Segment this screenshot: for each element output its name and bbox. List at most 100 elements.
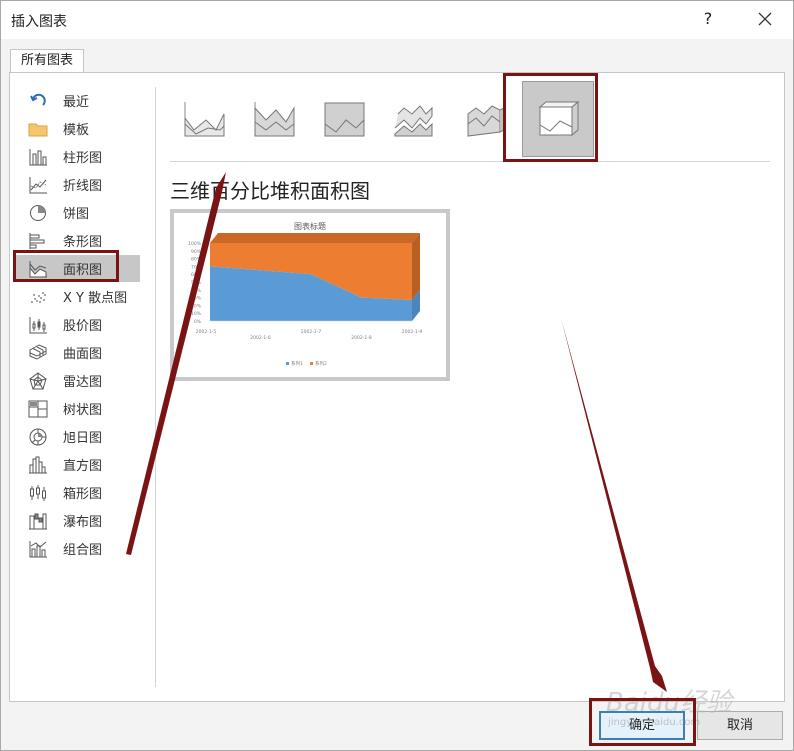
x-tick-label: 2002-1-5 bbox=[196, 329, 217, 335]
area-subtype-icon bbox=[184, 102, 225, 137]
surface-chart-icon bbox=[28, 343, 48, 362]
sidebar-item-label: 瀑布图 bbox=[63, 515, 103, 530]
sidebar-item-pie[interactable]: 饼图 bbox=[16, 199, 140, 226]
y-tick-label: 50% bbox=[191, 280, 202, 286]
sidebar-item-stock[interactable]: 股价图 bbox=[16, 311, 140, 338]
selected-chart-name: 三维百分比堆积面积图 bbox=[170, 179, 370, 203]
sidebar-item-recent[interactable]: 最近 bbox=[16, 87, 140, 114]
sidebar-item-label: 树状图 bbox=[63, 403, 103, 418]
y-tick-label: 30% bbox=[191, 296, 202, 302]
treemap-chart-icon bbox=[28, 400, 48, 418]
percent-stacked-area-subtype-icon bbox=[324, 102, 365, 137]
sidebar-item-label: 饼图 bbox=[63, 207, 90, 222]
sidebar-item-treemap[interactable]: 树状图 bbox=[16, 395, 140, 422]
sidebar-item-column[interactable]: 柱形图 bbox=[16, 143, 140, 170]
chart-preview[interactable]: 图表标题 100% 90% 80% 70% 60% 50% 40% 30% 20% 10% 0% 2… bbox=[170, 209, 450, 381]
sidebar-item-area[interactable]: 面积图 bbox=[16, 255, 140, 282]
x-tick-label: 2002-1-7 bbox=[301, 329, 322, 335]
waterfall-chart-icon bbox=[28, 512, 48, 530]
combo-chart-icon bbox=[28, 540, 48, 558]
legend-label: 系列1 bbox=[291, 360, 303, 367]
insert-chart-dialog: 插入图表 ? 所有图表 最近 模板 柱形图 折线图 饼图 条形图 面积图 X Y… bbox=[0, 0, 794, 751]
chart-subtype-gallery bbox=[170, 79, 770, 159]
chart-type-sidebar: 最近 模板 柱形图 折线图 饼图 条形图 面积图 X Y 散点图 股价图 曲面图… bbox=[10, 73, 156, 701]
series-2-side-face bbox=[412, 233, 420, 300]
sidebar-item-label: 股价图 bbox=[63, 319, 103, 334]
sidebar-item-label: 模板 bbox=[63, 123, 90, 138]
y-tick-label: 0% bbox=[194, 319, 202, 325]
y-tick-label: 40% bbox=[191, 288, 202, 294]
column-chart-icon bbox=[28, 148, 48, 166]
sidebar-item-combo[interactable]: 组合图 bbox=[16, 535, 140, 562]
scatter-chart-icon bbox=[28, 288, 48, 306]
box-whisker-chart-icon bbox=[28, 484, 48, 502]
y-tick-label: 60% bbox=[191, 272, 202, 278]
3d-stacked-area-subtype-icon bbox=[467, 105, 505, 137]
y-tick-label: 10% bbox=[191, 311, 202, 317]
sidebar-item-bar[interactable]: 条形图 bbox=[16, 227, 140, 254]
sidebar-item-line[interactable]: 折线图 bbox=[16, 171, 140, 198]
close-button[interactable] bbox=[751, 5, 779, 33]
close-icon bbox=[758, 12, 772, 26]
stacked-area-subtype-icon bbox=[254, 102, 295, 137]
subtype-3d-stacked-area[interactable] bbox=[452, 87, 516, 153]
x-tick-label: 2002-1-8 bbox=[351, 335, 372, 341]
radar-chart-icon bbox=[28, 371, 48, 390]
sidebar-divider bbox=[155, 87, 156, 687]
sidebar-item-waterfall[interactable]: 瀑布图 bbox=[16, 507, 140, 534]
y-tick-label: 20% bbox=[191, 303, 202, 309]
x-tick-label: 2002-1-9 bbox=[402, 329, 423, 335]
y-tick-label: 80% bbox=[191, 257, 202, 263]
sidebar-item-label: 折线图 bbox=[63, 179, 103, 194]
sidebar-item-histogram[interactable]: 直方图 bbox=[16, 451, 140, 478]
line-chart-icon bbox=[28, 176, 48, 194]
y-tick-label: 90% bbox=[191, 249, 202, 255]
baidu-watermark-logo: Baidu经验 bbox=[606, 688, 732, 718]
sidebar-item-sunburst[interactable]: 旭日图 bbox=[16, 423, 140, 450]
sidebar-item-box-whisker[interactable]: 箱形图 bbox=[16, 479, 140, 506]
sidebar-item-label: 雷达图 bbox=[63, 375, 103, 390]
sunburst-chart-icon bbox=[28, 428, 48, 446]
sidebar-item-label: 柱形图 bbox=[63, 151, 103, 166]
subtype-3d-percent-stacked-area[interactable] bbox=[522, 81, 594, 157]
sidebar-item-label: 旭日图 bbox=[63, 431, 103, 446]
subtype-percent-stacked-area[interactable] bbox=[312, 87, 376, 153]
sidebar-item-surface[interactable]: 曲面图 bbox=[16, 339, 140, 366]
series-2-top-face bbox=[210, 233, 420, 243]
baidu-watermark-url: jingyan.baidu.com bbox=[608, 717, 701, 728]
preview-chart-title: 图表标题 bbox=[294, 221, 326, 231]
chart-preview-svg: 图表标题 100% 90% 80%70% 60% 50% 40% 30%20% 10% 0% 2… bbox=[188, 221, 423, 367]
gallery-divider bbox=[170, 161, 770, 162]
subtype-3d-area[interactable] bbox=[382, 87, 446, 153]
histogram-chart-icon bbox=[28, 456, 48, 474]
dialog-title: 插入图表 bbox=[11, 14, 67, 30]
sidebar-item-label: 条形图 bbox=[63, 235, 103, 250]
legend-swatch bbox=[286, 362, 289, 365]
sidebar-item-label: X Y 散点图 bbox=[63, 291, 128, 306]
y-tick-label: 100% bbox=[188, 241, 202, 247]
tab-all-charts[interactable]: 所有图表 bbox=[10, 49, 84, 73]
bar-chart-icon bbox=[28, 232, 48, 250]
legend-label: 系列2 bbox=[315, 360, 327, 367]
area-chart-icon bbox=[28, 260, 48, 278]
sidebar-item-label: 直方图 bbox=[63, 459, 103, 474]
pie-chart-icon bbox=[28, 204, 48, 222]
recent-icon bbox=[28, 92, 48, 110]
3d-percent-stacked-area-subtype-icon bbox=[538, 100, 580, 137]
subtype-stacked-area[interactable] bbox=[242, 87, 306, 153]
title-bar: 插入图表 ? bbox=[1, 1, 793, 39]
chart-panel: 最近 模板 柱形图 折线图 饼图 条形图 面积图 X Y 散点图 股价图 曲面图… bbox=[9, 72, 785, 702]
y-tick-label: 70% bbox=[191, 264, 202, 270]
sidebar-item-scatter[interactable]: X Y 散点图 bbox=[16, 283, 140, 310]
stock-chart-icon bbox=[28, 316, 48, 334]
help-button[interactable]: ? bbox=[698, 7, 718, 31]
legend-swatch bbox=[310, 362, 313, 365]
sidebar-item-label: 面积图 bbox=[63, 263, 103, 278]
sidebar-item-templates[interactable]: 模板 bbox=[16, 115, 140, 142]
sidebar-item-label: 曲面图 bbox=[63, 347, 103, 362]
sidebar-item-radar[interactable]: 雷达图 bbox=[16, 367, 140, 394]
3d-area-subtype-icon bbox=[394, 105, 433, 137]
sidebar-item-label: 最近 bbox=[63, 95, 90, 110]
subtype-area[interactable] bbox=[172, 87, 236, 153]
sidebar-item-label: 组合图 bbox=[63, 543, 103, 558]
